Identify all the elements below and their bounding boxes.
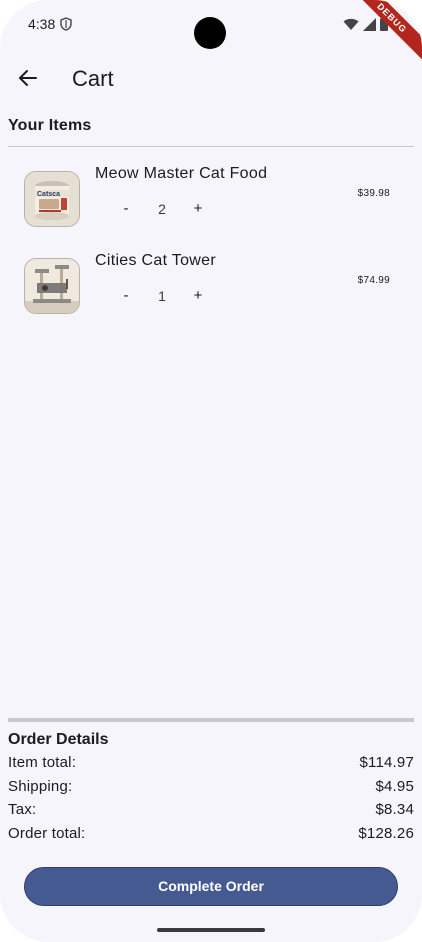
cat-tower-image xyxy=(25,259,79,313)
summary-label: Tax: xyxy=(8,801,37,818)
summary-row-shipping: Shipping: $4.95 xyxy=(8,778,414,800)
product-image-cat-food: Catsca xyxy=(24,171,80,227)
decrease-quantity-button[interactable]: - xyxy=(116,286,136,306)
section-heading-order-details: Order Details xyxy=(8,731,109,748)
product-image-cat-tower xyxy=(24,258,80,314)
cat-food-can-image: Catsca xyxy=(25,172,79,226)
section-heading-items: Your Items xyxy=(8,117,92,134)
app-bar: Cart xyxy=(0,56,422,104)
home-indicator[interactable] xyxy=(157,928,265,932)
divider xyxy=(8,718,414,722)
status-bar: 4:38 DEBUG xyxy=(0,0,422,74)
item-price: $74.99 xyxy=(357,275,390,286)
back-button[interactable] xyxy=(12,62,44,94)
complete-order-button[interactable]: Complete Order xyxy=(24,867,398,906)
item-name: Meow Master Cat Food xyxy=(95,165,268,182)
status-time: 4:38 xyxy=(28,16,56,32)
cart-item: Catsca Meow Master Cat Food - 2 + $39.98 xyxy=(0,163,422,243)
wifi-icon xyxy=(343,18,359,30)
can-brand-text: Catsca xyxy=(37,191,60,198)
item-name: Cities Cat Tower xyxy=(95,252,216,269)
signal-icon xyxy=(363,17,376,31)
quantity-value: 1 xyxy=(158,288,166,304)
shield-icon xyxy=(60,17,72,31)
summary-label: Order total: xyxy=(8,825,86,842)
summary-value: $128.26 xyxy=(358,825,414,842)
increase-quantity-button[interactable]: + xyxy=(188,199,208,219)
increase-quantity-button[interactable]: + xyxy=(188,286,208,306)
item-price: $39.98 xyxy=(357,188,390,199)
quantity-value: 2 xyxy=(158,201,166,217)
summary-label: Item total: xyxy=(8,754,77,771)
page-title: Cart xyxy=(72,66,114,91)
arrow-back-icon xyxy=(19,70,37,86)
summary-row-order-total: Order total: $128.26 xyxy=(8,825,414,847)
summary-row-tax: Tax: $8.34 xyxy=(8,801,414,823)
summary-label: Shipping: xyxy=(8,778,73,795)
phone-screen: 4:38 DEBUG Cart Your Items Catsca Meow M… xyxy=(0,0,422,942)
summary-value: $8.34 xyxy=(375,801,414,818)
summary-value: $114.97 xyxy=(359,754,414,771)
cart-item: Cities Cat Tower - 1 + $74.99 xyxy=(0,250,422,330)
decrease-quantity-button[interactable]: - xyxy=(116,199,136,219)
divider xyxy=(8,146,414,147)
summary-value: $4.95 xyxy=(375,778,414,795)
camera-cutout xyxy=(194,17,226,49)
summary-row-item-total: Item total: $114.97 xyxy=(8,754,414,776)
